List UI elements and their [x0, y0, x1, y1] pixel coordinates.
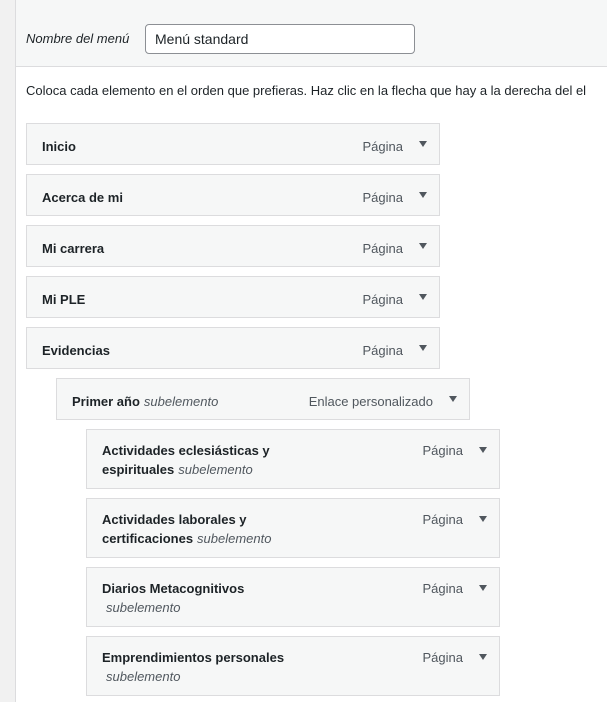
menu-item-type: Página	[422, 581, 463, 596]
expand-arrow-icon[interactable]	[479, 585, 487, 591]
expand-arrow-icon[interactable]	[479, 516, 487, 522]
menu-item-title: Actividades laborales y certificaciones s…	[102, 512, 272, 546]
menu-item-title: Evidencias	[42, 343, 110, 358]
menu-item-type: Página	[422, 650, 463, 665]
subitem-label: subelemento	[106, 669, 181, 684]
subitem-label: subelemento	[178, 462, 253, 477]
menu-item-title: Inicio	[42, 139, 76, 154]
expand-arrow-icon[interactable]	[419, 192, 427, 198]
menu-item-type: Página	[422, 512, 463, 527]
expand-arrow-icon[interactable]	[479, 447, 487, 453]
menu-item-type: Página	[422, 443, 463, 458]
menu-item[interactable]: Acerca de mi Página	[26, 174, 440, 216]
menu-item-title: Primer año subelemento	[72, 394, 219, 409]
menu-item-title: Acerca de mi	[42, 190, 123, 205]
expand-arrow-icon[interactable]	[479, 654, 487, 660]
menu-item-type: Página	[362, 139, 403, 154]
menu-subitem[interactable]: Emprendimientos personales subelemento Pá…	[86, 636, 500, 696]
expand-arrow-icon[interactable]	[419, 345, 427, 351]
menu-name-label: Nombre del menú	[26, 31, 130, 46]
menu-subitem[interactable]: Primer año subelemento Enlace personaliza…	[56, 378, 470, 420]
subitem-label: subelemento	[197, 531, 272, 546]
menu-item-title: Emprendimientos personales subelemento	[102, 650, 285, 684]
menu-subitem[interactable]: Diarios Metacognitivos subelemento Página	[86, 567, 500, 627]
menu-item-type: Página	[362, 241, 403, 256]
menu-item-title: Actividades eclesiásticas y espirituales…	[102, 443, 270, 477]
menu-subitem[interactable]: Actividades laborales y certificaciones s…	[86, 498, 500, 558]
expand-arrow-icon[interactable]	[419, 243, 427, 249]
expand-arrow-icon[interactable]	[419, 141, 427, 147]
menu-subitem[interactable]: Actividades eclesiásticas y espirituales…	[86, 429, 500, 489]
menu-item-title: Mi carrera	[42, 241, 105, 256]
menu-item[interactable]: Inicio Página	[26, 123, 440, 165]
subitem-label: subelemento	[143, 394, 219, 409]
menu-item-type: Enlace personalizado	[308, 394, 433, 409]
expand-arrow-icon[interactable]	[419, 294, 427, 300]
subitem-label: subelemento	[106, 600, 181, 615]
menu-item[interactable]: Evidencias Página	[26, 327, 440, 369]
menu-item[interactable]: Mi PLE Página	[26, 276, 440, 318]
menu-item[interactable]: Mi carrera Página	[26, 225, 440, 267]
menu-instructions: Coloca cada elemento en el orden que pre…	[26, 83, 587, 98]
menu-item-type: Página	[362, 343, 403, 358]
menu-name-input[interactable]	[145, 24, 415, 54]
menu-item-type: Página	[362, 190, 403, 205]
menu-item-title: Diarios Metacognitivos subelemento	[102, 581, 245, 615]
menu-item-type: Página	[362, 292, 403, 307]
expand-arrow-icon[interactable]	[449, 396, 457, 402]
menu-item-title: Mi PLE	[42, 292, 86, 307]
